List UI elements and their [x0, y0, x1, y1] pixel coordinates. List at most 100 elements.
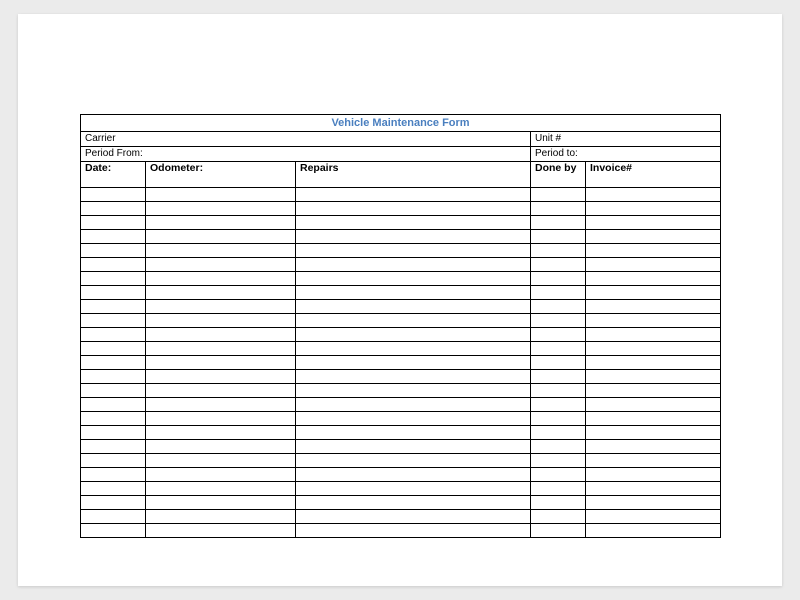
blank-cell — [586, 524, 721, 538]
blank-cell — [296, 244, 531, 258]
blank-cell — [146, 244, 296, 258]
blank-cell — [531, 300, 586, 314]
blank-cell — [146, 328, 296, 342]
blank-cell — [296, 398, 531, 412]
blank-cell — [296, 412, 531, 426]
blank-cell — [146, 524, 296, 538]
data-rows — [81, 188, 721, 538]
col-repairs: Repairs — [296, 162, 531, 188]
blank-cell — [81, 328, 146, 342]
table-row — [81, 440, 721, 454]
blank-cell — [296, 314, 531, 328]
blank-cell — [586, 440, 721, 454]
table-row — [81, 510, 721, 524]
blank-cell — [296, 286, 531, 300]
blank-cell — [586, 300, 721, 314]
blank-cell — [81, 272, 146, 286]
table-row — [81, 202, 721, 216]
blank-cell — [146, 258, 296, 272]
blank-cell — [81, 342, 146, 356]
period-from-label: Period From: — [81, 147, 531, 162]
blank-cell — [296, 300, 531, 314]
blank-cell — [586, 384, 721, 398]
col-odometer: Odometer: — [146, 162, 296, 188]
blank-cell — [296, 328, 531, 342]
blank-cell — [531, 258, 586, 272]
blank-cell — [531, 286, 586, 300]
blank-cell — [146, 370, 296, 384]
blank-cell — [146, 412, 296, 426]
blank-cell — [146, 342, 296, 356]
blank-cell — [531, 356, 586, 370]
blank-cell — [531, 230, 586, 244]
blank-cell — [81, 286, 146, 300]
table-row — [81, 328, 721, 342]
table-row — [81, 300, 721, 314]
table-row — [81, 482, 721, 496]
blank-cell — [586, 216, 721, 230]
blank-cell — [531, 328, 586, 342]
blank-cell — [531, 426, 586, 440]
blank-cell — [81, 468, 146, 482]
blank-cell — [81, 454, 146, 468]
blank-cell — [531, 510, 586, 524]
blank-cell — [146, 468, 296, 482]
blank-cell — [531, 216, 586, 230]
table-row — [81, 244, 721, 258]
table-row — [81, 272, 721, 286]
table-row — [81, 454, 721, 468]
table-row — [81, 258, 721, 272]
blank-cell — [146, 510, 296, 524]
blank-cell — [81, 188, 146, 202]
blank-cell — [296, 426, 531, 440]
table-row — [81, 398, 721, 412]
blank-cell — [81, 314, 146, 328]
blank-cell — [296, 370, 531, 384]
blank-cell — [586, 314, 721, 328]
blank-cell — [81, 230, 146, 244]
table-row — [81, 370, 721, 384]
blank-cell — [146, 216, 296, 230]
form-title: Vehicle Maintenance Form — [81, 115, 721, 132]
unit-label: Unit # — [531, 132, 721, 147]
blank-cell — [296, 496, 531, 510]
blank-cell — [531, 188, 586, 202]
blank-cell — [146, 398, 296, 412]
blank-cell — [531, 272, 586, 286]
col-date: Date: — [81, 162, 146, 188]
blank-cell — [81, 426, 146, 440]
table-row — [81, 468, 721, 482]
blank-cell — [531, 202, 586, 216]
form-table: Vehicle Maintenance Form Carrier Unit # … — [80, 114, 721, 538]
blank-cell — [586, 454, 721, 468]
table-row — [81, 496, 721, 510]
blank-cell — [146, 286, 296, 300]
table-row — [81, 216, 721, 230]
blank-cell — [81, 244, 146, 258]
blank-cell — [296, 202, 531, 216]
blank-cell — [81, 384, 146, 398]
table-row — [81, 314, 721, 328]
blank-cell — [81, 356, 146, 370]
blank-cell — [81, 398, 146, 412]
blank-cell — [531, 342, 586, 356]
blank-cell — [531, 440, 586, 454]
blank-cell — [531, 412, 586, 426]
blank-cell — [296, 384, 531, 398]
table-row — [81, 356, 721, 370]
blank-cell — [81, 300, 146, 314]
blank-cell — [81, 370, 146, 384]
blank-cell — [531, 496, 586, 510]
blank-cell — [586, 230, 721, 244]
blank-cell — [296, 468, 531, 482]
blank-cell — [146, 384, 296, 398]
col-done-by: Done by — [531, 162, 586, 188]
blank-cell — [586, 482, 721, 496]
blank-cell — [296, 342, 531, 356]
table-row — [81, 524, 721, 538]
blank-cell — [296, 188, 531, 202]
period-to-label: Period to: — [531, 147, 721, 162]
blank-cell — [146, 482, 296, 496]
blank-cell — [296, 258, 531, 272]
blank-cell — [146, 300, 296, 314]
